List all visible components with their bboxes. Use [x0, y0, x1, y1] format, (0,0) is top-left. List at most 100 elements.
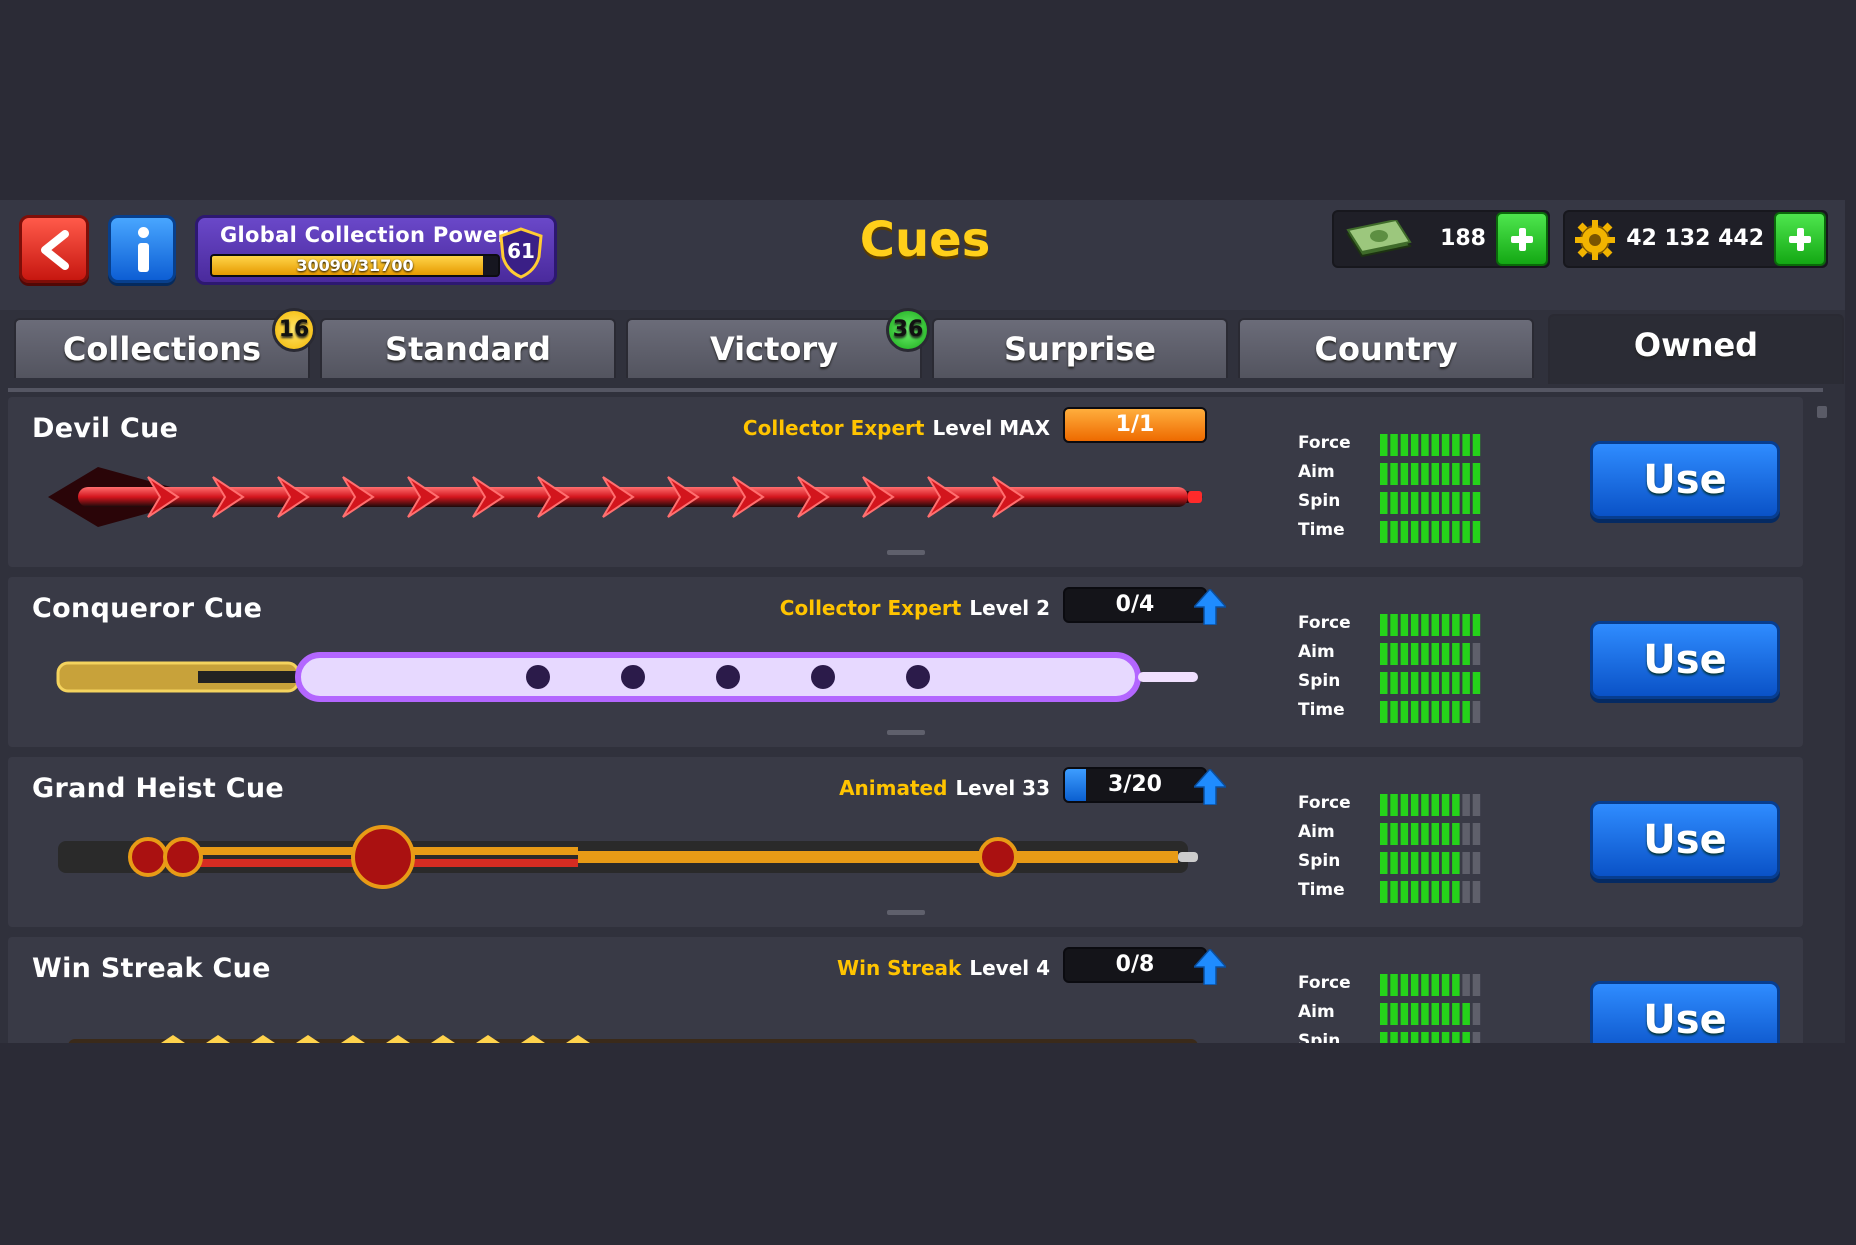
stat-segment: [1380, 974, 1388, 996]
tab-standard[interactable]: Standard: [320, 318, 616, 378]
add-cash-button[interactable]: [1496, 212, 1548, 266]
global-collection-power-panel[interactable]: Global Collection Power 30090/31700 61: [195, 215, 557, 285]
tab-victory[interactable]: Victory 36: [626, 308, 930, 378]
grand-heist-cue-image: [58, 825, 1198, 889]
stat-segment: [1472, 614, 1481, 636]
cue-gear: [128, 837, 168, 877]
stat-segment: [1390, 521, 1398, 543]
stat-segment: [1462, 492, 1470, 514]
collection-power-label: Global Collection Power: [220, 223, 509, 247]
cue-name: Win Streak Cue: [32, 953, 271, 984]
tab-label: Country: [1314, 330, 1458, 368]
stat-label: Time: [1298, 700, 1345, 720]
stat-segment: [1380, 521, 1388, 543]
cue-gem: [621, 665, 645, 689]
stat-segment: [1400, 881, 1409, 903]
info-button[interactable]: [108, 215, 176, 283]
use-button[interactable]: Use: [1590, 801, 1780, 879]
stat-segment: [1431, 701, 1439, 723]
stat-segment: [1380, 881, 1388, 903]
conqueror-cue-image: [56, 652, 1198, 702]
stat-segment: [1390, 701, 1398, 723]
stat-segment: [1380, 823, 1388, 845]
stat-segment: [1452, 463, 1460, 485]
stat-label: Aim: [1298, 1002, 1335, 1022]
tab-badge: 36: [886, 308, 930, 352]
stat-segment: [1452, 672, 1460, 694]
stat-segment: [1431, 794, 1439, 816]
stat-segment: [1441, 521, 1450, 543]
upgrade-arrow-icon[interactable]: [1194, 589, 1226, 625]
stat-segment: [1421, 823, 1429, 845]
stat-segment: [1400, 672, 1409, 694]
stat-segment: [1380, 794, 1388, 816]
use-button[interactable]: Use: [1590, 621, 1780, 699]
cue-stats: ForceAimSpinTime: [1298, 971, 1481, 1043]
stat-segment: [1400, 643, 1409, 665]
stat-segment: [1380, 1003, 1388, 1025]
use-button[interactable]: Use: [1590, 981, 1780, 1043]
cue-gem: [526, 665, 550, 689]
stat-bar: [1380, 434, 1481, 456]
tab-surprise[interactable]: Surprise: [932, 318, 1228, 378]
cue-category: Animated: [839, 776, 948, 800]
cue-row[interactable]: Win Streak Cue Win Streak Level 4 0/8 For…: [8, 937, 1803, 1043]
stat-segment: [1400, 701, 1409, 723]
stat-segment: [1431, 463, 1439, 485]
stat-segment: [1472, 701, 1481, 723]
stat-segment: [1441, 881, 1450, 903]
upgrade-arrow-icon[interactable]: [1194, 769, 1226, 805]
cue-tag: Collector Expert Level MAX: [743, 416, 1050, 440]
stat-time: Time: [1298, 878, 1481, 907]
add-coins-button[interactable]: [1774, 212, 1826, 266]
cue-row[interactable]: Devil Cue Collector Expert Level MAX 1/1 …: [8, 397, 1803, 567]
stat-segment: [1431, 974, 1439, 996]
back-button[interactable]: [19, 215, 89, 283]
row-handle: [887, 550, 925, 555]
cue-list[interactable]: Devil Cue Collector Expert Level MAX 1/1 …: [8, 397, 1814, 1043]
collection-power-progress-text: 30090/31700: [296, 256, 414, 275]
cue-grip: [198, 671, 308, 683]
cue-progress-text: 0/4: [1115, 592, 1155, 617]
stat-label: Spin: [1298, 851, 1341, 871]
stat-segment: [1421, 672, 1429, 694]
stat-label: Time: [1298, 880, 1345, 900]
letterbox-top: [0, 0, 1856, 200]
tab-collections[interactable]: Collections 16: [14, 308, 316, 378]
stat-segment: [1472, 852, 1481, 874]
stat-segment: [1441, 434, 1450, 456]
stat-bar: [1380, 614, 1481, 636]
stat-bar: [1380, 1003, 1481, 1025]
stat-segment: [1472, 823, 1481, 845]
stat-segment: [1390, 492, 1398, 514]
scrollbar[interactable]: [1816, 400, 1828, 1030]
cue-category: Collector Expert: [742, 416, 925, 440]
stat-segment: [1441, 492, 1450, 514]
tab-owned[interactable]: Owned: [1548, 314, 1844, 384]
stat-segment: [1452, 614, 1460, 636]
stat-segment: [1431, 521, 1439, 543]
stat-bar: [1380, 974, 1481, 996]
stat-label: Aim: [1298, 642, 1335, 662]
stat-segment: [1410, 1032, 1419, 1043]
cue-row[interactable]: Conqueror Cue Collector Expert Level 2 0/…: [8, 577, 1803, 747]
info-icon-stem: [138, 243, 149, 272]
stat-segment: [1431, 823, 1439, 845]
stat-spin: Spin: [1298, 849, 1481, 878]
tab-country[interactable]: Country: [1238, 318, 1534, 378]
stat-segment: [1462, 823, 1470, 845]
stat-segment: [1400, 1003, 1409, 1025]
stat-bar: [1380, 852, 1481, 874]
cue-progress-text: 3/20: [1108, 772, 1162, 797]
stat-segment: [1410, 643, 1419, 665]
scrollbar-thumb[interactable]: [1817, 406, 1827, 418]
use-button[interactable]: Use: [1590, 441, 1780, 519]
upgrade-arrow-icon[interactable]: [1194, 949, 1226, 985]
win-streak-cue-image: [68, 1035, 1198, 1043]
cue-row[interactable]: Grand Heist Cue Animated Level 33 3/20 Fo…: [8, 757, 1803, 927]
cue-name: Devil Cue: [32, 413, 179, 444]
stat-time: Time: [1298, 698, 1481, 727]
stat-segment: [1441, 701, 1450, 723]
stat-segment: [1441, 643, 1450, 665]
cue-gem: [906, 665, 930, 689]
